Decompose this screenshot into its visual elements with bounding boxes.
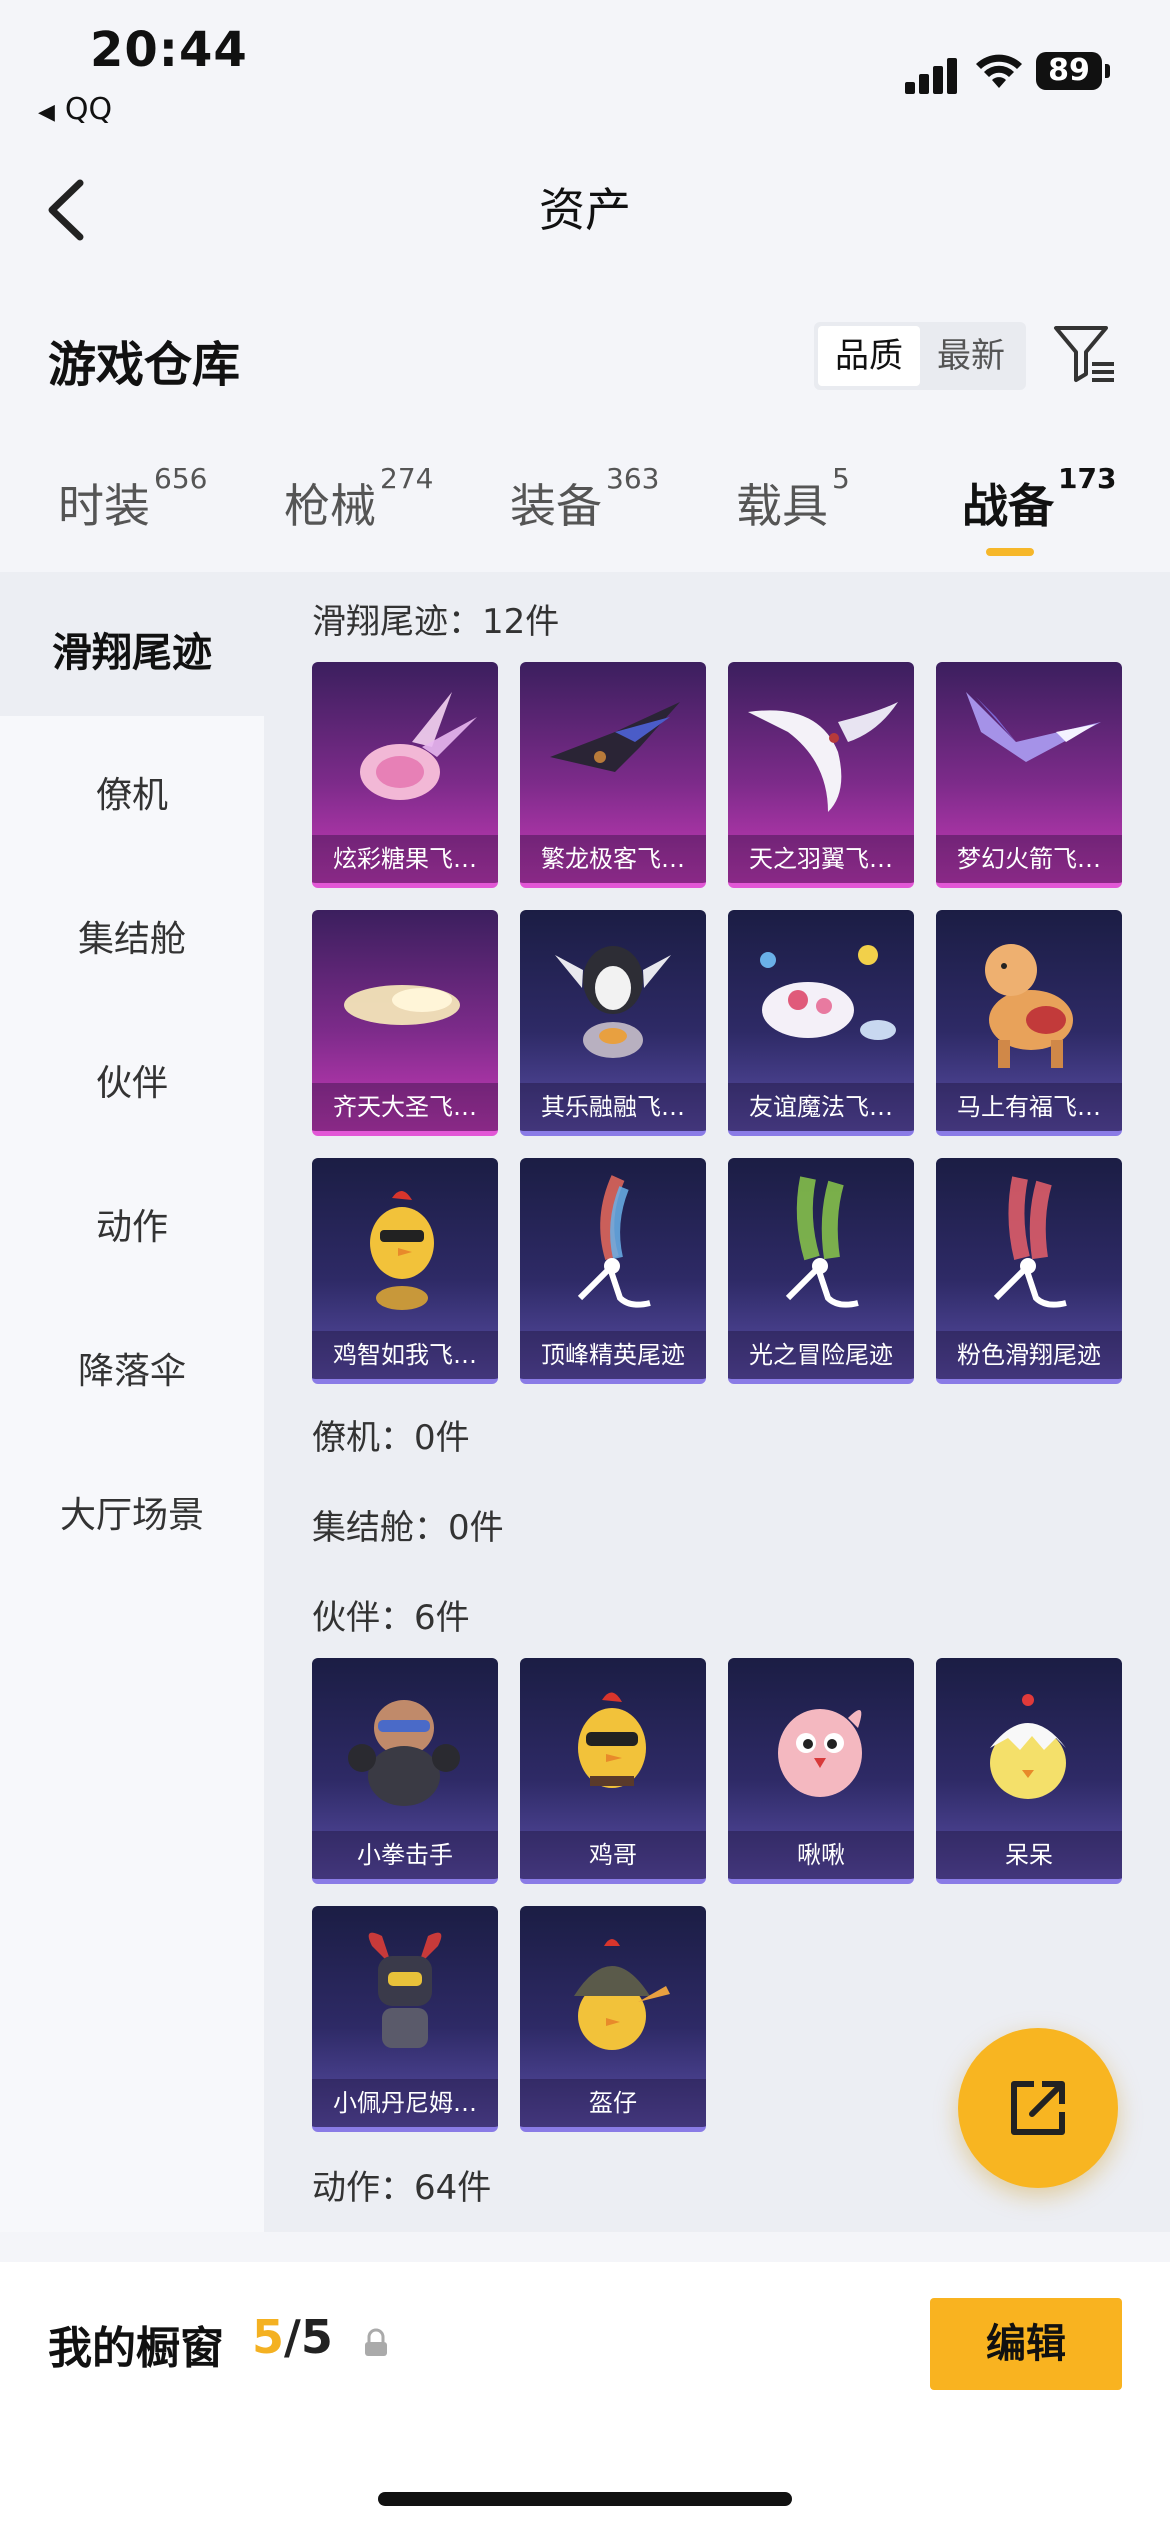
- item-card[interactable]: 啾啾: [728, 1658, 914, 1884]
- sidebar-item-glide-trail[interactable]: 滑翔尾迹: [0, 620, 264, 678]
- item-card[interactable]: 友谊魔法飞…: [728, 910, 914, 1136]
- warehouse-title: 游戏仓库: [48, 337, 241, 393]
- item-name: 鸡哥: [520, 1831, 706, 1879]
- battery-icon: 89: [1036, 52, 1110, 90]
- item-name: 顶峰精英尾迹: [520, 1331, 706, 1379]
- item-name: 啾啾: [728, 1831, 914, 1879]
- item-card[interactable]: 光之冒险尾迹: [728, 1158, 914, 1384]
- screen: 20:44 ◀ QQ 89 资产 游戏仓库 品质 最新 时装656 枪械274 …: [0, 0, 1170, 2532]
- section-title-wingman: 僚机：0件: [312, 1418, 470, 1458]
- tab-vehicles[interactable]: 载具5: [736, 462, 850, 536]
- golden-cloud-icon: [344, 985, 460, 1025]
- item-card[interactable]: 梦幻火箭飞…: [936, 662, 1122, 888]
- dragon-glider-icon: [550, 702, 680, 772]
- white-wings-icon: [748, 702, 898, 812]
- showcase-count: 5/5: [252, 2310, 333, 2364]
- sidebar-item-parachute[interactable]: 降落伞: [0, 1342, 264, 1394]
- horse-icon: [985, 944, 1073, 1068]
- item-name: 呆呆: [936, 1831, 1122, 1879]
- item-card[interactable]: 马上有福飞…: [936, 910, 1122, 1136]
- back-app-label: QQ: [64, 92, 113, 127]
- item-card[interactable]: 繁龙极客飞…: [520, 662, 706, 888]
- sidebar-item-capsule[interactable]: 集结舱: [0, 910, 264, 962]
- magic-cloud-icon: [760, 945, 896, 1040]
- item-card[interactable]: 小拳击手: [312, 1658, 498, 1884]
- active-tab-indicator: [986, 548, 1034, 556]
- boxer-icon: [348, 1700, 460, 1806]
- penguin-icon: [555, 946, 671, 1058]
- rainbow-trail-icon: [577, 1175, 651, 1308]
- item-name: 繁龙极客飞…: [520, 835, 706, 883]
- item-card[interactable]: 顶峰精英尾迹: [520, 1158, 706, 1384]
- item-card[interactable]: 炫彩糖果飞…: [312, 662, 498, 888]
- bottom-bar: 我的橱窗 5/5 编辑: [0, 2262, 1170, 2532]
- sort-quality-option[interactable]: 品质: [818, 326, 920, 386]
- item-card[interactable]: 齐天大圣飞…: [312, 910, 498, 1136]
- section-title-glide: 滑翔尾迹：12件: [312, 602, 560, 642]
- lock-icon: [365, 2328, 387, 2356]
- item-list: 滑翔尾迹：12件 炫彩糖果飞… 繁龙极客飞… 天之羽翼飞… 梦幻火箭飞… 齐天大…: [264, 572, 1170, 2232]
- tab-guns[interactable]: 枪械274: [284, 462, 433, 536]
- item-name: 鸡智如我飞…: [312, 1331, 498, 1379]
- item-name: 齐天大圣飞…: [312, 1083, 498, 1131]
- item-name: 马上有福飞…: [936, 1083, 1122, 1131]
- item-name: 小拳击手: [312, 1831, 498, 1879]
- item-name: 梦幻火箭飞…: [936, 835, 1122, 883]
- item-card[interactable]: 天之羽翼飞…: [728, 662, 914, 888]
- section-title-action: 动作：64件: [312, 2168, 492, 2208]
- back-triangle-icon: ◀: [38, 100, 55, 125]
- chicken-bro-icon: [578, 1692, 646, 1788]
- item-card[interactable]: 小佩丹尼姆…: [312, 1906, 498, 2132]
- item-card[interactable]: 鸡智如我飞…: [312, 1158, 498, 1384]
- item-card[interactable]: 鸡哥: [520, 1658, 706, 1884]
- item-name: 友谊魔法飞…: [728, 1083, 914, 1131]
- item-card[interactable]: 粉色滑翔尾迹: [936, 1158, 1122, 1384]
- pink-trail-icon: [993, 1176, 1067, 1308]
- helmet-chick-icon: [574, 1939, 670, 2050]
- filter-icon[interactable]: [1052, 322, 1118, 388]
- item-card[interactable]: 呆呆: [936, 1658, 1122, 1884]
- sidebar: 滑翔尾迹 僚机 集结舱 伙伴 动作 降落伞 大厅场景: [0, 572, 264, 2232]
- tab-equipment[interactable]: 装备363: [510, 462, 659, 536]
- green-trail-icon: [785, 1176, 859, 1308]
- item-name: 天之羽翼飞…: [728, 835, 914, 883]
- back-to-app-link[interactable]: ◀ QQ: [38, 92, 112, 127]
- item-name: 盔仔: [520, 2079, 706, 2127]
- item-name: 炫彩糖果飞…: [312, 835, 498, 883]
- candy-wings-icon: [360, 692, 477, 800]
- rocket-glider-icon: [966, 692, 1101, 762]
- item-card[interactable]: 其乐融融飞…: [520, 910, 706, 1136]
- signal-icon: [905, 58, 961, 94]
- sidebar-item-partner[interactable]: 伙伴: [0, 1054, 264, 1106]
- item-name: 粉色滑翔尾迹: [936, 1331, 1122, 1379]
- item-name: 小佩丹尼姆…: [312, 2079, 498, 2127]
- item-card[interactable]: 盔仔: [520, 1906, 706, 2132]
- status-time: 20:44: [90, 22, 248, 78]
- sidebar-item-action[interactable]: 动作: [0, 1198, 264, 1250]
- page-title: 资产: [539, 183, 631, 237]
- tab-readiness[interactable]: 战备173: [962, 462, 1116, 536]
- chicken-icon: [370, 1190, 434, 1310]
- sort-toggle: 品质 最新: [814, 322, 1026, 390]
- sidebar-item-lobby[interactable]: 大厅场景: [0, 1486, 264, 1538]
- status-bar: 20:44 ◀ QQ 89: [0, 0, 1170, 130]
- edit-button[interactable]: 编辑: [930, 2298, 1122, 2390]
- share-icon: [1011, 2081, 1065, 2135]
- tab-fashion[interactable]: 时装656: [58, 462, 207, 536]
- section-title-partner: 伙伴：6件: [312, 1598, 470, 1638]
- home-indicator: [378, 2492, 792, 2506]
- item-name: 其乐融融飞…: [520, 1083, 706, 1131]
- robot-icon: [368, 1932, 442, 2048]
- sidebar-item-wingman[interactable]: 僚机: [0, 766, 264, 818]
- share-button[interactable]: [958, 2028, 1118, 2188]
- section-title-capsule: 集结舱：0件: [312, 1508, 504, 1548]
- wifi-icon: [976, 54, 1022, 88]
- sort-latest-option[interactable]: 最新: [920, 326, 1022, 386]
- item-name: 光之冒险尾迹: [728, 1331, 914, 1379]
- showcase-label: 我的橱窗: [48, 2323, 224, 2374]
- egg-chick-icon: [990, 1694, 1066, 1799]
- pink-bird-icon: [778, 1709, 862, 1797]
